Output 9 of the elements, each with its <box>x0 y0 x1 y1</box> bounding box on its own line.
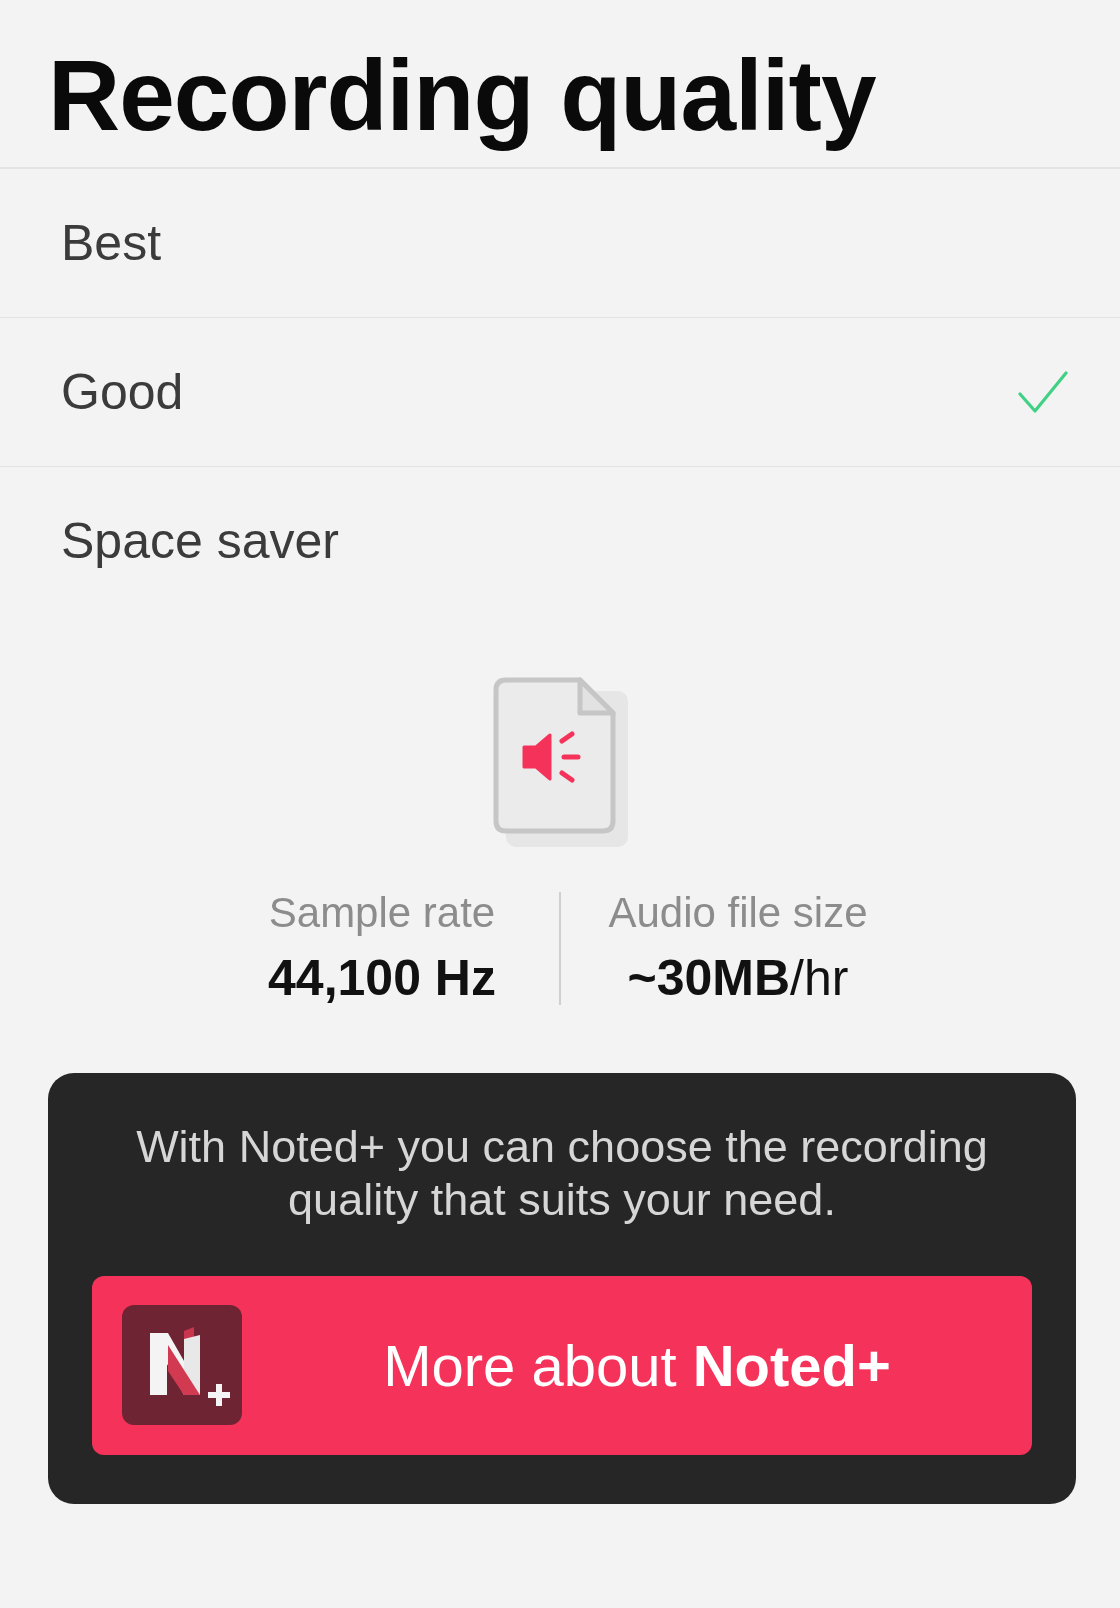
stat-label: Audio file size <box>608 888 868 938</box>
more-info-button[interactable]: More about Noted+ <box>92 1275 1032 1455</box>
page-title: Recording quality <box>48 38 876 153</box>
audio-file-icon <box>492 677 628 847</box>
logo-icon <box>122 1305 242 1426</box>
promo-text: With Noted+ you can choose the recording quality that suits your need. <box>135 1119 989 1226</box>
stat-label: Sample rate <box>268 888 496 938</box>
stat-value: ~30MB/hr <box>627 949 849 1009</box>
stat-value: 44,100 Hz <box>268 949 496 1009</box>
